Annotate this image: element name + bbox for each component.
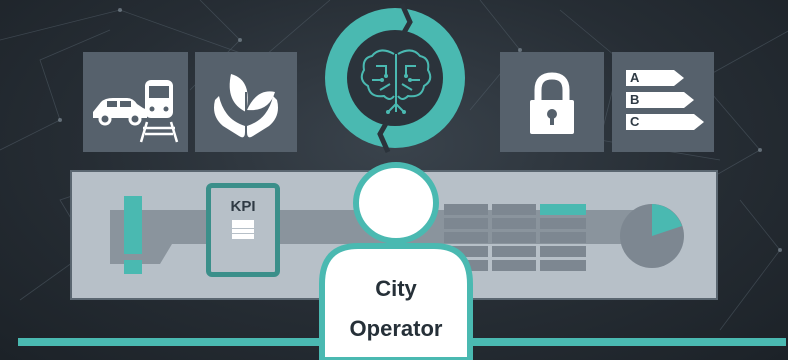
ai-cycle [325, 2, 465, 154]
smart-city-illustration: { "energy_label": { "classes": ["A", "B"… [0, 0, 788, 360]
security-tile [500, 52, 604, 152]
lock-icon [530, 72, 574, 134]
exclamation-icon [124, 196, 142, 274]
energy-label-icon [626, 70, 704, 130]
car-icon [93, 98, 147, 126]
pie-chart-icon [620, 204, 684, 268]
energy-class-b: B [630, 92, 640, 107]
plant-hands-icon [214, 74, 278, 138]
person-label-line1: City [375, 276, 417, 301]
mobility-tile [83, 52, 188, 152]
energy-class-a: A [630, 70, 640, 85]
energy-class-c: C [630, 114, 640, 129]
kpi-label: KPI [230, 198, 256, 215]
kpi-card-icon: KPI [206, 183, 280, 277]
environment-tile [195, 52, 297, 152]
kpi-data-icon [232, 220, 254, 239]
train-icon [139, 80, 179, 143]
energy-label-tile: A B C [612, 52, 714, 152]
person-label-line2: Operator [349, 316, 443, 341]
